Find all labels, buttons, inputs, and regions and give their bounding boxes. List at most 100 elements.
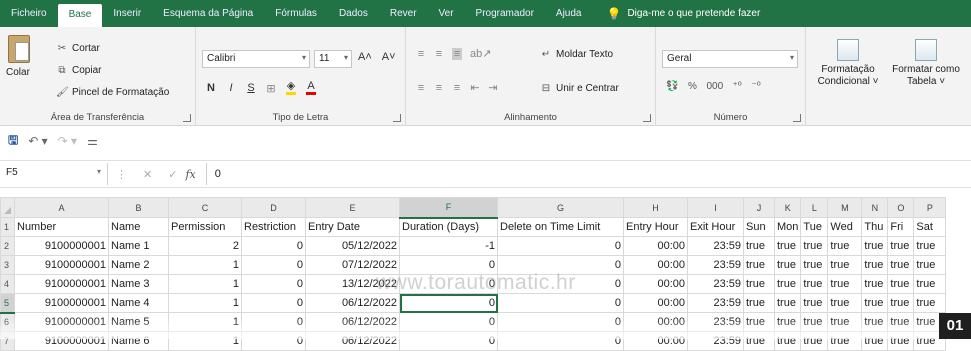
- cell[interactable]: 0: [399, 274, 498, 294]
- cell[interactable]: 23:59: [687, 293, 744, 313]
- ribbon-tab[interactable]: Ver: [428, 0, 465, 27]
- cell[interactable]: Wed: [827, 217, 863, 237]
- cell[interactable]: true: [743, 331, 775, 351]
- row-header[interactable]: 2: [0, 236, 15, 256]
- cell[interactable]: 00:00: [623, 255, 688, 275]
- ribbon-tab[interactable]: Rever: [379, 0, 428, 27]
- cell[interactable]: 9100000001: [14, 236, 109, 256]
- cell[interactable]: true: [827, 331, 863, 351]
- cell[interactable]: true: [800, 255, 829, 275]
- bold-button[interactable]: N: [206, 82, 216, 94]
- paste-icon[interactable]: [8, 35, 30, 63]
- cell[interactable]: true: [743, 255, 775, 275]
- font-size-combo[interactable]: 11 ▾: [314, 50, 352, 68]
- cell[interactable]: Exit Hour: [687, 217, 744, 237]
- align-right-icon[interactable]: ≡: [452, 82, 462, 94]
- grow-font-button[interactable]: A˄: [358, 51, 372, 63]
- align-center-icon[interactable]: ≡: [434, 82, 444, 94]
- clipboard-launcher-icon[interactable]: [183, 114, 191, 122]
- cell[interactable]: Name 4: [108, 293, 169, 313]
- cell[interactable]: 2: [168, 236, 242, 256]
- thousands-button[interactable]: 000: [706, 81, 723, 92]
- row-header[interactable]: 3: [0, 255, 15, 275]
- cell[interactable]: true: [773, 293, 802, 313]
- cell[interactable]: true: [800, 274, 829, 294]
- cell[interactable]: 0: [241, 236, 306, 256]
- cell[interactable]: -1: [399, 236, 498, 256]
- cell[interactable]: 06/12/2022: [305, 293, 400, 313]
- column-header[interactable]: A: [14, 197, 109, 218]
- align-middle-icon[interactable]: ≡: [434, 48, 444, 60]
- column-header[interactable]: O: [887, 197, 915, 218]
- number-launcher-icon[interactable]: [793, 114, 801, 122]
- conditional-formatting-button[interactable]: Formatação Condicional ˅: [812, 39, 884, 88]
- cell[interactable]: 0: [497, 331, 624, 351]
- font-name-combo[interactable]: Calibri ▾: [202, 50, 310, 68]
- align-bottom-icon[interactable]: ≡: [452, 47, 462, 60]
- cell[interactable]: 23:59: [687, 255, 744, 275]
- cell[interactable]: 1: [168, 274, 242, 294]
- cell[interactable]: true: [861, 255, 889, 275]
- ribbon-tab[interactable]: Programador: [465, 0, 545, 27]
- cell[interactable]: Name 1: [108, 236, 169, 256]
- save-icon[interactable]: 🖫: [8, 131, 18, 152]
- copy-button[interactable]: ⧉ Copiar: [56, 65, 101, 76]
- column-header[interactable]: B: [108, 197, 169, 218]
- cell[interactable]: 0: [497, 236, 624, 256]
- percent-button[interactable]: %: [687, 81, 697, 92]
- cell[interactable]: 06/12/2022: [305, 331, 400, 351]
- cell[interactable]: 00:00: [623, 293, 688, 313]
- cell[interactable]: 0: [399, 255, 498, 275]
- cell[interactable]: 00:00: [623, 274, 688, 294]
- cell[interactable]: true: [800, 236, 829, 256]
- format-painter-button[interactable]: 🖌 Pincel de Formatação: [56, 87, 169, 98]
- ribbon-tab[interactable]: Ajuda: [545, 0, 593, 27]
- underline-button[interactable]: S: [246, 82, 256, 94]
- alignment-launcher-icon[interactable]: [643, 114, 651, 122]
- column-header[interactable]: E: [305, 197, 400, 218]
- cell[interactable]: 0: [241, 293, 306, 313]
- cell[interactable]: true: [827, 274, 863, 294]
- cell[interactable]: 23:59: [687, 236, 744, 256]
- cell[interactable]: 23:59: [687, 274, 744, 294]
- cell[interactable]: true: [743, 236, 775, 256]
- cell[interactable]: Permission: [168, 217, 242, 237]
- cell[interactable]: 0: [399, 293, 498, 313]
- decrease-indent-icon[interactable]: ⇤: [470, 81, 480, 94]
- column-header[interactable]: G: [497, 197, 624, 218]
- cell[interactable]: true: [827, 293, 863, 313]
- cell[interactable]: Entry Date: [305, 217, 400, 237]
- column-header[interactable]: H: [623, 197, 688, 218]
- cell[interactable]: Fri: [887, 217, 915, 237]
- merge-center-button[interactable]: ⊟ Unir e Centrar: [540, 83, 619, 94]
- customize-qat-icon[interactable]: ⚌: [87, 134, 98, 148]
- column-header[interactable]: L: [800, 197, 829, 218]
- cell[interactable]: true: [887, 274, 915, 294]
- cell[interactable]: true: [913, 236, 947, 256]
- cell[interactable]: 07/12/2022: [305, 255, 400, 275]
- redo-icon[interactable]: ↷ ▾: [58, 134, 77, 148]
- font-color-icon[interactable]: A: [306, 81, 316, 95]
- cell[interactable]: Restriction: [241, 217, 306, 237]
- cell[interactable]: 0: [497, 293, 624, 313]
- column-header[interactable]: C: [168, 197, 242, 218]
- number-format-combo[interactable]: Geral ▾: [662, 50, 798, 68]
- formula-input[interactable]: 0: [205, 163, 221, 185]
- insert-function-button[interactable]: fx: [185, 168, 195, 181]
- cell[interactable]: true: [861, 331, 889, 351]
- cell[interactable]: true: [913, 255, 947, 275]
- cell[interactable]: true: [913, 293, 947, 313]
- increase-indent-icon[interactable]: ⇥: [488, 81, 498, 94]
- undo-icon[interactable]: ↶ ▾: [28, 134, 47, 148]
- cell[interactable]: true: [773, 255, 802, 275]
- cancel-icon[interactable]: ✕: [143, 168, 152, 181]
- enter-icon[interactable]: ✓: [168, 168, 177, 181]
- wrap-text-button[interactable]: ↵ Moldar Texto: [540, 49, 613, 60]
- cell[interactable]: 1: [168, 255, 242, 275]
- column-header[interactable]: I: [687, 197, 744, 218]
- font-launcher-icon[interactable]: [393, 114, 401, 122]
- column-header[interactable]: P: [913, 197, 947, 218]
- cell[interactable]: true: [861, 293, 889, 313]
- cell[interactable]: true: [861, 236, 889, 256]
- column-header[interactable]: M: [827, 197, 863, 218]
